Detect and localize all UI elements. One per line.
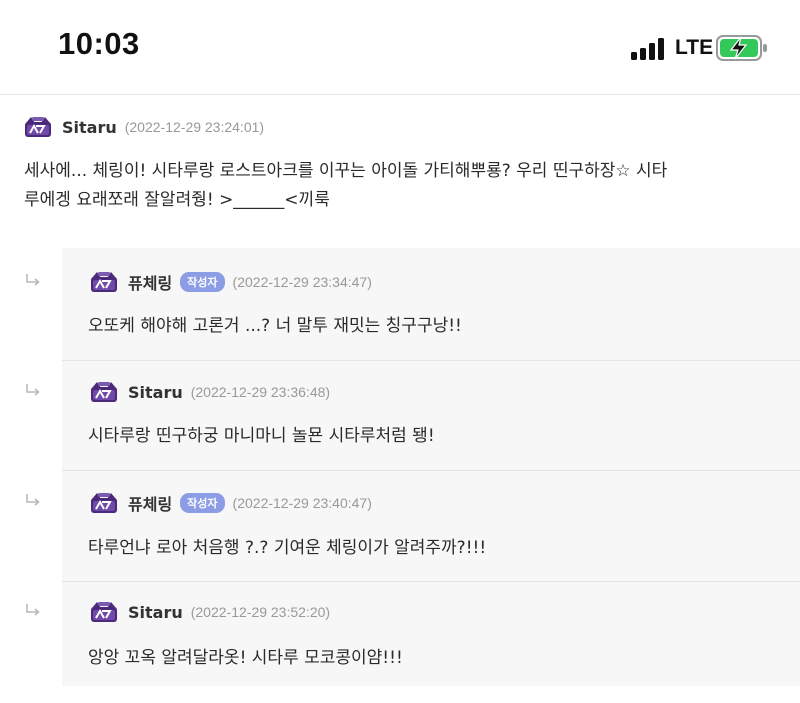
writer-badge: 작성자: [180, 493, 225, 513]
network-type: LTE: [675, 36, 714, 59]
reply-body: 오또케 해야해 고론거 ...? 너 말투 재밋는 칭구구낭!!: [88, 316, 462, 336]
reply-arrow-icon: [24, 383, 42, 397]
divider: [62, 360, 800, 361]
member-level-icon: [88, 271, 120, 293]
divider: [62, 470, 800, 471]
reply-author[interactable]: Sitaru: [128, 603, 183, 622]
comment-body: 세사에... 체링이! 시타루랑 로스트아크를 이꾸는 아이돌 가티해뿌룡? 우…: [24, 157, 667, 215]
reply-header: Sitaru (2022-12-29 23:36:48): [88, 379, 330, 405]
status-bar: 10:03 LTE: [0, 0, 800, 95]
member-level-icon: [88, 381, 120, 403]
reply-body: 타루언냐 로아 처음행 ?.? 기여운 체링이가 알려주까?!!!: [88, 538, 487, 558]
writer-badge: 작성자: [180, 272, 225, 292]
member-level-icon: [22, 116, 54, 138]
comment-section: Sitaru (2022-12-29 23:24:01) 세사에... 체링이!…: [0, 95, 800, 703]
status-time: 10:03: [58, 26, 140, 61]
reply-header: Sitaru (2022-12-29 23:52:20): [88, 599, 330, 625]
comment-header: Sitaru (2022-12-29 23:24:01): [22, 114, 264, 140]
reply-arrow-icon: [24, 273, 42, 287]
battery-charging-icon: [716, 35, 767, 61]
comment-body-line: 루에겡 요래쪼래 잘알려줭! >______<끼룩: [24, 190, 330, 210]
member-level-icon: [88, 492, 120, 514]
reply-body: 앙앙 꼬옥 알려달라옷! 시타루 모코콩이얌!!!: [88, 648, 403, 668]
reply-author[interactable]: Sitaru: [128, 383, 183, 402]
reply-date: (2022-12-29 23:52:20): [190, 604, 331, 620]
reply-date: (2022-12-29 23:34:47): [232, 274, 372, 290]
member-level-icon: [88, 601, 120, 623]
reply-author[interactable]: 퓨체링: [128, 491, 172, 515]
comment-date: (2022-12-29 23:24:01): [124, 119, 265, 135]
reply-arrow-icon: [24, 493, 42, 507]
cellular-signal-icon: [631, 38, 664, 60]
comment-body-line: 세사에... 체링이! 시타루랑 로스트아크를 이꾸는 아이돌 가티해뿌룡? 우…: [24, 161, 668, 181]
reply-header: 퓨체링 작성자 (2022-12-29 23:34:47): [88, 269, 372, 295]
reply-date: (2022-12-29 23:36:48): [190, 384, 331, 400]
divider: [62, 581, 800, 582]
reply-arrow-icon: [24, 603, 42, 617]
reply-body: 시타루랑 띤구하궁 마니마니 놀묜 시타루처럼 됑!: [88, 426, 435, 446]
reply-header: 퓨체링 작성자 (2022-12-29 23:40:47): [88, 490, 372, 516]
reply-date: (2022-12-29 23:40:47): [232, 495, 372, 511]
comment-author[interactable]: Sitaru: [62, 118, 117, 137]
reply-author[interactable]: 퓨체링: [128, 270, 172, 294]
